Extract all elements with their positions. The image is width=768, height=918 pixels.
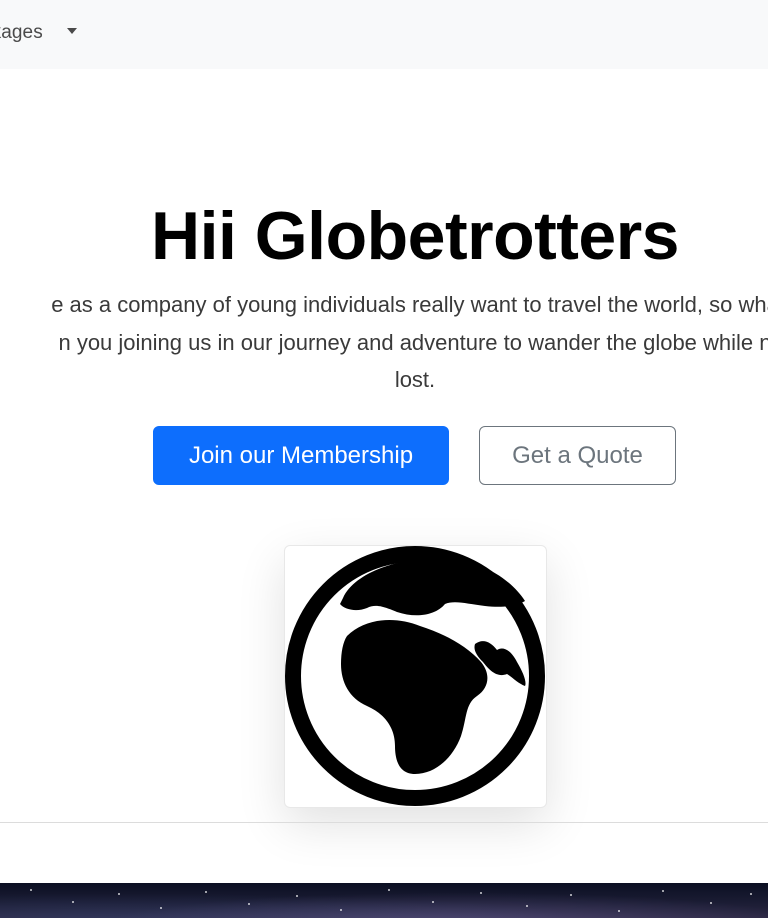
star — [388, 889, 390, 891]
star — [248, 903, 250, 905]
globe-icon — [285, 546, 545, 806]
hero-description-line: e as a company of young individuals real… — [51, 292, 768, 317]
join-membership-button[interactable]: Join our Membership — [153, 426, 449, 485]
star — [750, 893, 752, 895]
starry-background-image — [0, 883, 768, 918]
star — [570, 894, 572, 896]
star — [662, 890, 664, 892]
star — [205, 891, 207, 893]
star — [118, 893, 120, 895]
nav-dropdown-label: ckages — [0, 22, 43, 43]
get-quote-button[interactable]: Get a Quote — [479, 426, 676, 485]
section-divider — [0, 822, 768, 823]
hero-description: e as a company of young individuals real… — [0, 286, 768, 399]
hero-title: Hii Globetrotters — [151, 198, 680, 274]
star — [296, 895, 298, 897]
caret-down-icon — [67, 28, 77, 34]
hero-description-line: lost. — [394, 367, 436, 392]
star — [340, 909, 342, 911]
star — [526, 905, 528, 907]
star — [160, 907, 162, 909]
navbar: ckages — [0, 0, 768, 69]
page: ckages Hii Globetrotters e as a company … — [0, 0, 768, 918]
star — [432, 901, 434, 903]
star — [30, 889, 32, 891]
star — [480, 892, 482, 894]
star — [710, 902, 712, 904]
star — [618, 910, 620, 912]
globe-card — [284, 545, 547, 808]
hero-description-line: n you joining us in our journey and adve… — [58, 329, 768, 355]
star — [72, 901, 74, 903]
